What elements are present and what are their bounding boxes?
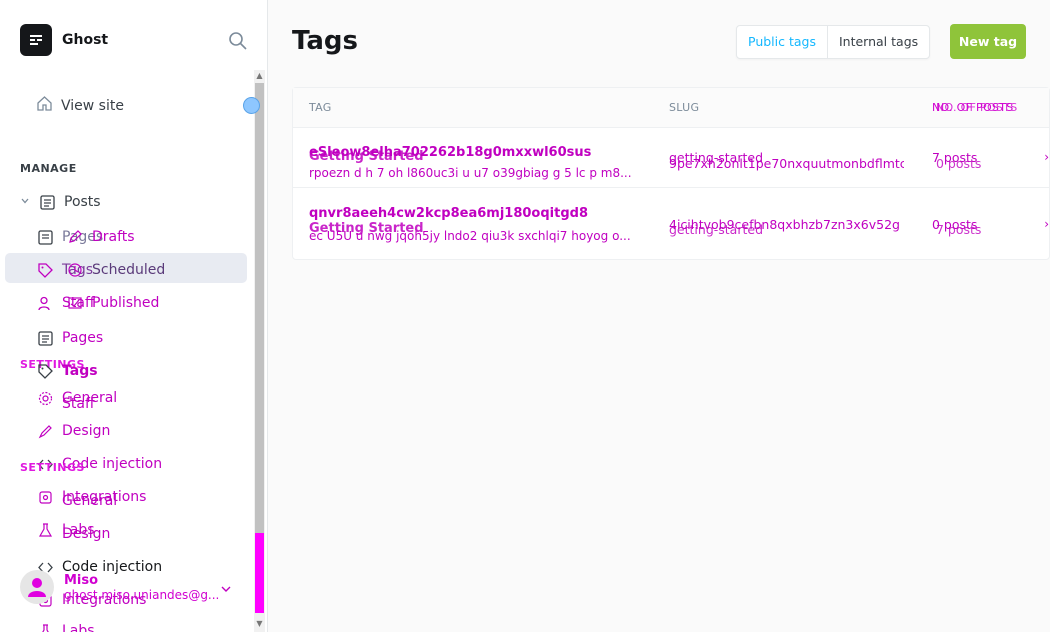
scrollbar-thumb[interactable] bbox=[255, 83, 264, 533]
brand[interactable]: Ghost bbox=[20, 24, 108, 56]
sidebar-item-drafts[interactable]: Drafts bbox=[66, 228, 135, 246]
sidebar-item-scheduled[interactable]: Scheduled bbox=[66, 261, 165, 279]
sidebar-item-pages[interactable]: Pages bbox=[36, 329, 103, 347]
sidebar-item-staff[interactable]: Staff bbox=[36, 395, 95, 413]
page-title: Tags bbox=[292, 26, 359, 56]
tag-post-count-overlay: 7 posts bbox=[936, 222, 982, 237]
tag-description: rpoezn d h 7 oh l860uc3i u u7 o39gbiag g… bbox=[309, 166, 631, 180]
clock-icon bbox=[66, 261, 84, 279]
avatar bbox=[20, 570, 54, 604]
search-icon[interactable] bbox=[228, 31, 248, 51]
new-tag-button[interactable]: New tag bbox=[950, 24, 1026, 59]
scroll-down-icon[interactable]: ▼ bbox=[255, 619, 264, 629]
table-row[interactable]: qnvr8aeeh4cw2kcp8ea6mj180oqitgd8 Getting… bbox=[293, 200, 1049, 260]
ghost-logo-icon bbox=[20, 24, 52, 56]
sidebar-item-tags-label: Tags bbox=[62, 363, 98, 379]
tag-name-overlay: Getting Started bbox=[309, 149, 424, 164]
tag-slug-overlay: getting-started bbox=[669, 222, 764, 237]
sidebar-item-design-2-label: Design bbox=[62, 526, 111, 542]
sidebar-item-general-2-label: General bbox=[62, 493, 118, 509]
tag-slug-overlay: 9pe7xh2onlt1pe70nxquutmonbdflmtc bbox=[669, 156, 904, 171]
user-name: Miso bbox=[64, 572, 99, 588]
scroll-up-icon[interactable]: ▲ bbox=[255, 71, 264, 81]
flask-icon bbox=[36, 622, 54, 632]
view-site-label: View site bbox=[61, 97, 124, 114]
scrollbar-highlight bbox=[255, 533, 264, 613]
user-icon bbox=[36, 294, 54, 312]
sidebar-item-published[interactable]: Published bbox=[66, 294, 159, 312]
view-site-link[interactable]: View site bbox=[36, 95, 124, 116]
sidebar-item-tags[interactable]: Tags bbox=[36, 362, 98, 380]
user-menu[interactable]: Miso ghost.miso.uniandes@g... bbox=[20, 570, 219, 604]
sidebar-item-design[interactable]: Design bbox=[36, 422, 110, 440]
tab-internal-tags[interactable]: Internal tags bbox=[826, 26, 929, 58]
chevron-down-icon[interactable] bbox=[220, 580, 232, 599]
table-header: TAG SLUG NO. OF POSTS NO. OF POSTS bbox=[293, 88, 1049, 128]
sidebar: Ghost View site MANAGE Posts Pages Draft… bbox=[0, 0, 268, 632]
tag-post-count-overlay: 0 posts bbox=[936, 156, 982, 171]
tag-name: qnvr8aeeh4cw2kcp8ea6mj180oqitgd8 bbox=[309, 206, 588, 221]
sidebar-item-scheduled-label: Scheduled bbox=[92, 262, 166, 278]
user-email: ghost.miso.uniandes@g... bbox=[64, 587, 220, 602]
tag-icon bbox=[36, 362, 54, 380]
sidebar-item-general-2[interactable]: General bbox=[36, 492, 117, 510]
published-icon bbox=[66, 294, 84, 312]
tag-type-filter: Public tags Internal tags bbox=[736, 25, 931, 59]
sidebar-item-published-label: Published bbox=[92, 295, 160, 311]
tag-icon bbox=[36, 261, 54, 279]
manage-section-label: MANAGE bbox=[20, 162, 77, 175]
header-slug: SLUG bbox=[669, 101, 700, 114]
settings-section-label-2: SETTINGS bbox=[20, 461, 85, 474]
sidebar-item-posts[interactable]: Posts bbox=[20, 193, 101, 211]
chevron-right-icon: › bbox=[1044, 150, 1049, 164]
sidebar-item-drafts-label: Drafts bbox=[92, 229, 135, 245]
tab-public-tags[interactable]: Public tags bbox=[737, 26, 827, 58]
home-icon bbox=[36, 95, 53, 116]
brush-icon bbox=[36, 422, 54, 440]
sidebar-item-pages-label: Pages bbox=[62, 330, 104, 346]
header-tag: TAG bbox=[309, 101, 332, 114]
pencil-icon bbox=[66, 228, 84, 246]
sidebar-item-labs-2-label: Labs bbox=[62, 623, 95, 632]
sidebar-item-design-label: Design bbox=[62, 423, 111, 439]
header-posts-overlay: NO. OF POSTS bbox=[936, 101, 1018, 114]
tag-description: ec U5U u nwg jqoh5jy lndo2 qiu3k sxchlqi… bbox=[309, 229, 631, 243]
brand-name: Ghost bbox=[62, 32, 109, 48]
sidebar-item-labs-2[interactable]: Labs bbox=[36, 622, 95, 632]
sidebar-item-design-2[interactable]: Design bbox=[36, 525, 110, 543]
pages-icon bbox=[36, 228, 54, 246]
status-dot bbox=[243, 97, 260, 114]
tags-table: TAG SLUG NO. OF POSTS NO. OF POSTS eSleo… bbox=[292, 87, 1050, 260]
chevron-right-icon: › bbox=[1044, 217, 1049, 231]
pages-icon bbox=[36, 329, 54, 347]
sidebar-item-posts-label: Posts bbox=[64, 194, 101, 210]
chevron-down-icon bbox=[20, 194, 30, 210]
posts-icon bbox=[38, 193, 56, 211]
table-row[interactable]: eSleow8elha702262b18g0mxxwl60sus Getting… bbox=[293, 128, 1049, 188]
sidebar-item-staff-label: Staff bbox=[62, 396, 95, 412]
